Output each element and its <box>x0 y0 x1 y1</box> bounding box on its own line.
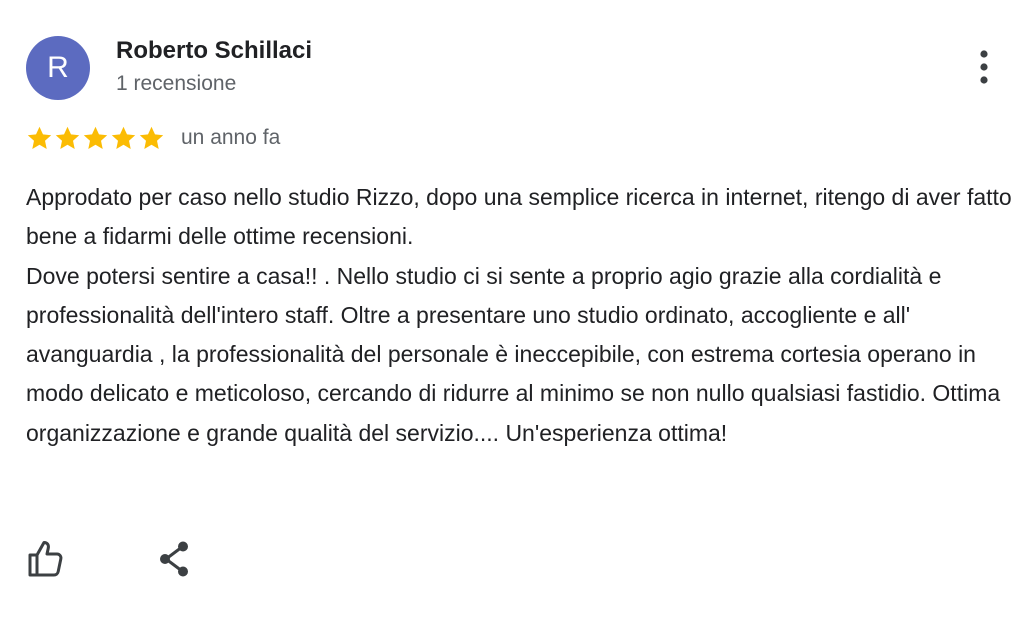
star-icon <box>83 126 108 149</box>
author-review-count: 1 recensione <box>116 72 237 95</box>
more-vert-icon <box>980 50 988 84</box>
share-icon <box>160 541 188 577</box>
star-icon <box>55 126 80 149</box>
author-name[interactable]: Roberto Schillaci <box>116 37 312 65</box>
star-icon <box>139 126 164 149</box>
review-paragraph: Dove potersi sentire a casa!! . Nello st… <box>26 262 1001 446</box>
star-icon <box>111 126 136 149</box>
review-date: un anno fa <box>181 126 281 149</box>
share-button[interactable] <box>154 538 196 580</box>
like-button[interactable] <box>24 538 66 580</box>
avatar[interactable]: R <box>26 36 90 100</box>
star-rating <box>26 125 165 152</box>
review-paragraph: Approdato per caso nello studio Rizzo, d… <box>26 184 1012 250</box>
star-icon <box>27 126 52 149</box>
review-text: Approdato per caso nello studio Rizzo, d… <box>26 178 1016 453</box>
rating-row: un anno fa <box>26 124 280 152</box>
more-options-button[interactable] <box>964 46 1004 90</box>
thumbs-up-icon <box>28 541 63 577</box>
